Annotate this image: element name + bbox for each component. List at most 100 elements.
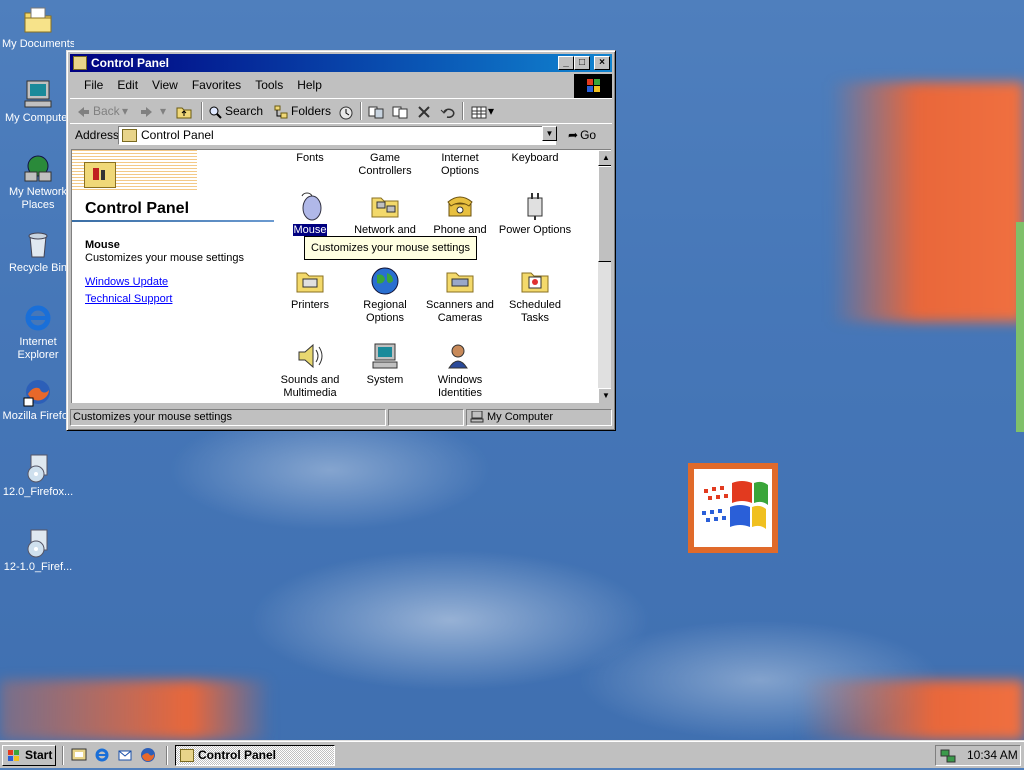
views-grid-icon [471, 105, 487, 119]
address-label: Address [75, 128, 120, 142]
desktop-icon-label: 12-1.0_Firef... [3, 561, 73, 573]
start-button[interactable]: Start [2, 745, 56, 766]
address-dropdown-button[interactable]: ▼ [542, 126, 557, 141]
cp-item-mouse[interactable]: Mouse [272, 190, 348, 237]
toolbar-separator [360, 102, 362, 120]
desktop-icon-label: 12.0_Firefox... [2, 486, 74, 498]
start-label: Start [25, 748, 53, 762]
cp-item-internet-options[interactable]: Internet Options [422, 152, 498, 178]
undo-button[interactable] [440, 102, 457, 120]
show-desktop-icon [71, 748, 87, 761]
desktop-icon-my-network-places[interactable]: My Network Places [2, 152, 74, 212]
desktop-icon-firefox-installer-2[interactable]: 12-1.0_Firef... [2, 527, 74, 574]
quicklaunch-show-desktop[interactable] [71, 747, 87, 763]
item-label: Power Options [498, 224, 572, 236]
scroll-thumb[interactable] [598, 166, 611, 262]
control-panel-icon [73, 56, 87, 70]
selected-item-description: Customizes your mouse settings [85, 252, 244, 264]
status-bar: Customizes your mouse settings My Comput… [70, 408, 612, 427]
cp-item-windows-identities[interactable]: Windows Identities [422, 340, 498, 400]
chevron-down-icon: ▼ [602, 391, 610, 400]
cp-item-system[interactable]: System [347, 340, 423, 387]
menu-file[interactable]: File [77, 75, 110, 95]
item-label: Options [441, 165, 479, 177]
go-button[interactable]: ➦ Go [568, 126, 610, 145]
up-folder-button[interactable] [176, 102, 193, 120]
back-arrow-icon [76, 105, 90, 119]
taskbar-button-control-panel[interactable]: Control Panel [175, 745, 335, 766]
computer-icon [470, 410, 484, 423]
network-tray-icon[interactable] [940, 748, 956, 764]
technical-support-link[interactable]: Technical Support [85, 293, 172, 305]
minimize-button[interactable]: _ [558, 56, 574, 70]
cp-item-network[interactable]: Network and [347, 190, 423, 237]
search-button[interactable]: Search [208, 102, 263, 120]
close-icon: × [599, 57, 605, 68]
desktop-icon-mozilla-firefox[interactable]: Mozilla Firefox [2, 376, 74, 423]
scanner-folder-icon [444, 265, 476, 297]
folders-button[interactable]: Folders [274, 102, 331, 120]
status-empty-cell [388, 409, 464, 426]
scroll-down-button[interactable]: ▼ [598, 388, 611, 403]
windows-flag-icon [6, 749, 22, 762]
close-button[interactable]: × [594, 56, 610, 70]
computer-icon [369, 340, 401, 372]
desktop-icon-label: My Network Places [8, 186, 68, 211]
forward-button[interactable] [140, 102, 157, 120]
window-title: Control Panel [91, 56, 170, 70]
desktop-icon-firefox-installer[interactable]: 12.0_Firefox... [2, 452, 74, 499]
quicklaunch-internet-explorer[interactable] [94, 747, 110, 763]
forward-dropdown[interactable]: ▾ [160, 102, 166, 120]
cp-item-scanners-and-cameras[interactable]: Scanners and Cameras [422, 265, 498, 325]
wallpaper-orange-band [0, 680, 272, 740]
cp-item-fonts[interactable]: Fonts [272, 152, 348, 165]
vertical-scrollbar[interactable]: ▲ ▼ [598, 150, 611, 403]
menu-edit[interactable]: Edit [110, 75, 145, 95]
views-button[interactable]: ▾ [471, 102, 494, 120]
menu-favorites[interactable]: Favorites [185, 75, 248, 95]
menu-help[interactable]: Help [290, 75, 329, 95]
window-titlebar[interactable]: Control Panel _ □ × [70, 54, 612, 72]
address-value: Control Panel [141, 128, 214, 142]
back-dropdown[interactable]: ▾ [122, 102, 128, 120]
desktop-icon-recycle-bin[interactable]: Recycle Bin [2, 228, 74, 275]
move-to-button[interactable] [368, 102, 385, 120]
cp-item-printers[interactable]: Printers [272, 265, 348, 312]
menu-tools[interactable]: Tools [248, 75, 290, 95]
chevron-down-icon: ▾ [488, 104, 495, 118]
mouse-icon [294, 190, 326, 222]
menu-view[interactable]: View [145, 75, 185, 95]
history-button[interactable] [338, 102, 355, 120]
desktop-icon-my-documents[interactable]: My Documents [2, 4, 74, 51]
left-pane-divider [72, 220, 274, 222]
cp-item-scheduled-tasks[interactable]: Scheduled Tasks [497, 265, 573, 325]
taskbar: Start Control Panel 10:34 AM [0, 740, 1024, 768]
cp-item-game-controllers[interactable]: Game Controllers [347, 152, 423, 178]
standard-toolbar: Back ▾ ▾ Search Folders ▾ [70, 98, 612, 124]
menu-bar: File Edit View Favorites Tools Help [70, 75, 570, 95]
back-button[interactable]: Back [76, 102, 120, 120]
wallpaper-orange-band [830, 82, 1024, 322]
move-to-icon [368, 105, 384, 119]
desktop-icon-my-computer[interactable]: My Computer [2, 78, 74, 125]
maximize-button[interactable]: □ [574, 56, 590, 70]
forward-arrow-icon [140, 105, 154, 119]
windows-update-link[interactable]: Windows Update [85, 276, 168, 288]
cp-item-power-options[interactable]: Power Options [497, 190, 573, 237]
quicklaunch-firefox[interactable] [140, 747, 156, 763]
address-input[interactable]: Control Panel [118, 126, 556, 145]
clock[interactable]: 10:34 AM [967, 746, 1018, 765]
cp-item-sounds-and-multimedia[interactable]: Sounds and Multimedia [272, 340, 348, 400]
quicklaunch-outlook-express[interactable] [117, 747, 133, 763]
cp-item-regional-options[interactable]: Regional Options [347, 265, 423, 325]
scroll-up-button[interactable]: ▲ [598, 150, 611, 166]
copy-to-button[interactable] [392, 102, 409, 120]
speaker-icon [294, 340, 326, 372]
internet-explorer-icon [22, 302, 54, 334]
desktop-icon-internet-explorer[interactable]: Internet Explorer [2, 302, 74, 362]
delete-button[interactable] [417, 102, 434, 120]
chevron-down-icon: ▾ [122, 104, 129, 118]
cp-item-keyboard[interactable]: Keyboard [497, 152, 573, 165]
item-label: Multimedia [283, 387, 337, 399]
taskbar-button-label: Control Panel [198, 748, 277, 762]
